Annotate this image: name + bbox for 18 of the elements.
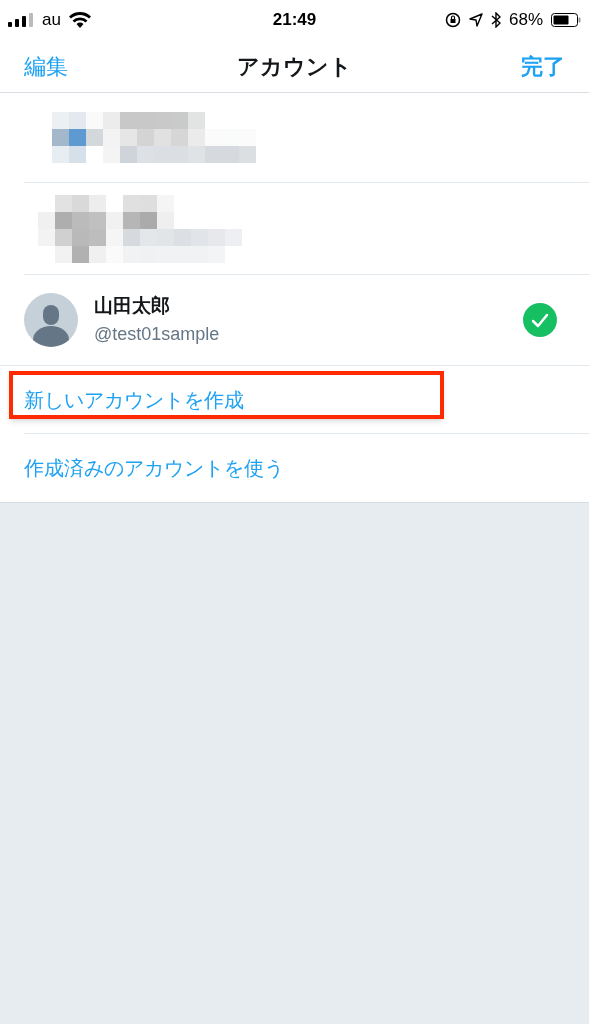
avatar-icon [24, 293, 78, 347]
battery-percentage: 68% [508, 9, 543, 32]
bluetooth-icon [490, 12, 501, 28]
account-action-link[interactable]: 新しいアカウントを作成 [24, 384, 244, 415]
nav-title: アカウント [236, 52, 353, 81]
location-arrow-icon [468, 13, 483, 27]
account-row[interactable]: 山田太郎 @test01sample [0, 275, 589, 366]
account-action-link[interactable]: 作成済みのアカウントを使う [24, 453, 284, 483]
carrier-label: au [42, 9, 61, 32]
edit-button[interactable]: 編集 [24, 49, 144, 83]
signal-icon [8, 13, 34, 27]
wifi-icon [68, 12, 91, 28]
done-button[interactable]: 完了 [445, 49, 565, 83]
clock-time: 21:49 [271, 9, 318, 32]
account-name: 山田太郎 [94, 294, 171, 319]
account-handle: @test01sample [94, 322, 221, 346]
battery-icon [551, 13, 581, 27]
rotation-lock-icon [444, 12, 461, 28]
